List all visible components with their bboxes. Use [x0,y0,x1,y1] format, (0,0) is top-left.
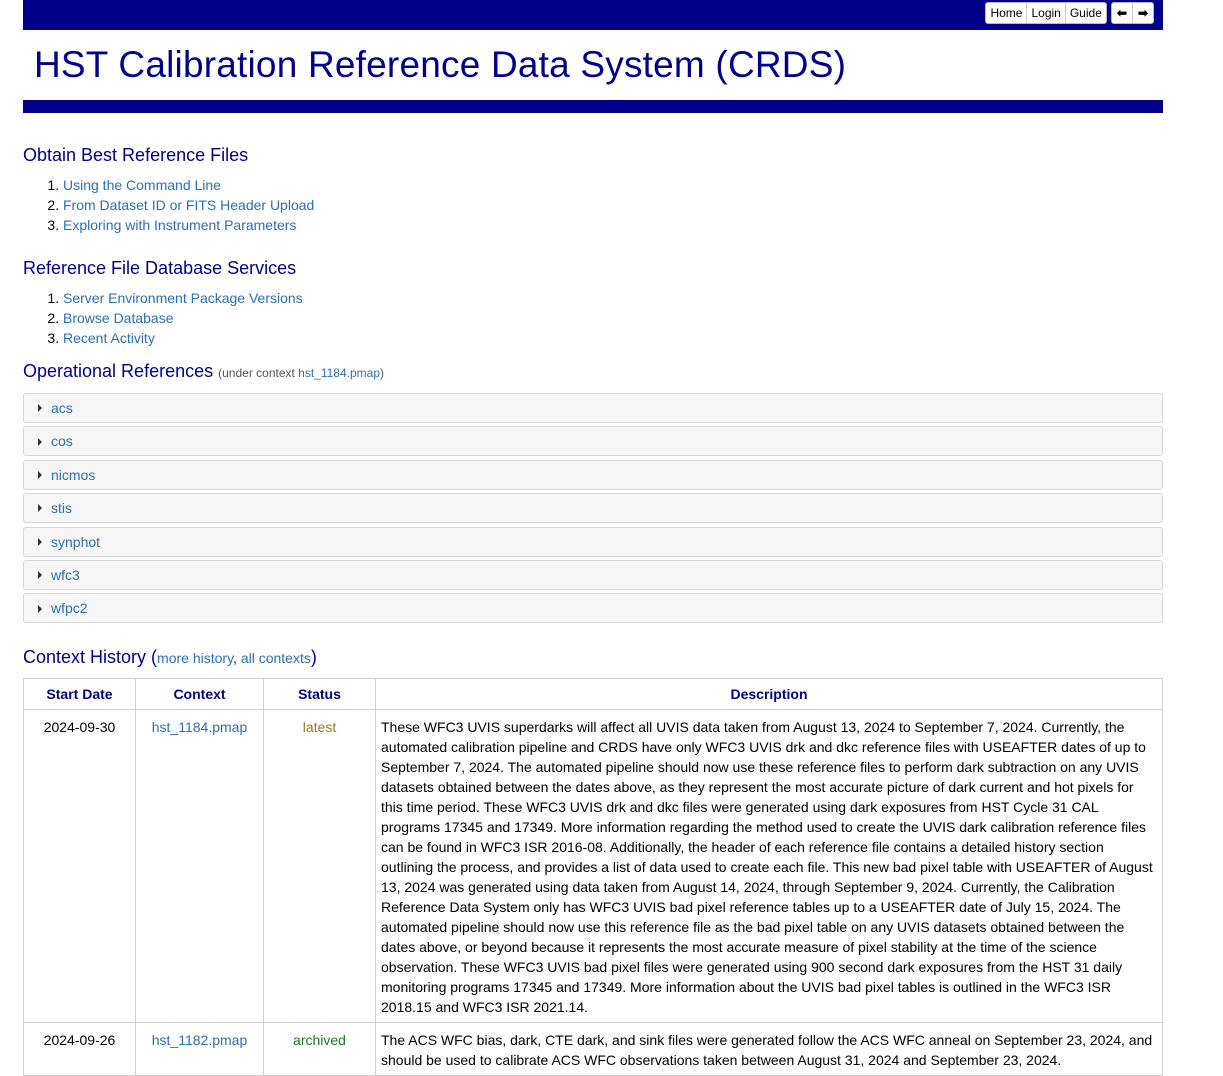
table-row: 2024-09-26 hst_1182.pmap archived The AC… [23,1022,1163,1076]
accordion-synphot[interactable]: synphot [23,526,1163,557]
package-versions-link[interactable]: Server Environment Package Versions [63,290,303,306]
obtain-list: Using the Command Line From Dataset ID o… [23,175,314,235]
paren-open: ( [146,647,158,667]
all-contexts-link[interactable]: all contexts [241,650,311,666]
accordion-acs[interactable]: acs [23,393,1163,423]
list-item: From Dataset ID or FITS Header Upload [63,195,314,215]
instrument-accordion: acs cos nicmos stis synphot wfc3 wfpc2 [23,393,1163,627]
forward-arrow-icon[interactable]: ➡ [1132,3,1153,23]
command-line-link[interactable]: Using the Command Line [63,177,221,193]
page: Home Login Guide ⬅ ➡ HST Calibration Ref… [0,0,1223,1076]
instrument-label[interactable]: stis [51,500,72,516]
paren-close: ) [310,647,317,667]
accordion-wfpc2[interactable]: wfpc2 [23,593,1163,624]
description-cell: These WFC3 UVIS superdarks will affect a… [375,709,1163,1023]
db-services-heading: Reference File Database Services [23,258,297,278]
table-row: 2024-09-30 hst_1184.pmap latest These WF… [23,709,1163,1023]
recent-activity-link[interactable]: Recent Activity [63,330,155,346]
page-title: HST Calibration Reference Data System (C… [34,44,847,85]
home-button[interactable]: Home [986,3,1028,23]
expand-triangle-icon [38,437,42,446]
expand-triangle-icon [38,537,42,546]
operational-heading: Operational References (under context hs… [23,361,384,382]
col-status: Status [263,678,376,710]
top-nav-bar: Home Login Guide ⬅ ➡ [23,0,1163,30]
context-link[interactable]: hst_1184.pmap [152,719,247,735]
col-description: Description [375,678,1163,710]
accordion-cos[interactable]: cos [23,426,1163,457]
expand-triangle-icon [38,471,42,480]
operational-context-link[interactable]: hst_1184.pmap [298,366,380,380]
list-item: Using the Command Line [63,175,314,195]
comma-separator: , [233,650,241,666]
status-cell: archived [263,1022,376,1076]
context-link[interactable]: hst_1182.pmap [152,1032,247,1048]
nav-button-group: Home Login Guide [985,2,1107,24]
list-item: Exploring with Instrument Parameters [63,215,314,235]
description-cell: The ACS WFC bias, dark, CTE dark, and si… [375,1022,1163,1076]
instrument-label[interactable]: synphot [51,534,100,550]
more-history-link[interactable]: more history [157,650,233,666]
col-start-date: Start Date [23,678,136,710]
col-context: Context [135,678,264,710]
login-button[interactable]: Login [1027,3,1066,23]
start-date-cell: 2024-09-30 [23,709,136,1023]
list-item: Server Environment Package Versions [63,288,303,308]
context-history-title: Context History [23,647,147,667]
context-note: (under context hst_1184.pmap) [218,366,384,380]
context-history-table: Start Date Context Status Description 20… [23,678,1163,1076]
list-item: Recent Activity [63,328,303,348]
table-header-row: Start Date Context Status Description [23,678,1163,710]
guide-button[interactable]: Guide [1065,3,1106,23]
instrument-label[interactable]: wfpc2 [51,600,88,616]
accordion-nicmos[interactable]: nicmos [23,459,1163,490]
context-history-heading: Context History (more history, all conte… [23,647,317,668]
history-arrow-group: ⬅ ➡ [1110,2,1154,24]
instrument-label[interactable]: acs [51,400,73,416]
expand-triangle-icon [38,571,42,580]
title-underbar [23,100,1163,113]
context-note-prefix: (under context [218,366,299,380]
start-date-cell: 2024-09-26 [23,1022,136,1076]
obtain-heading: Obtain Best Reference Files [23,145,249,165]
expand-triangle-icon [38,404,42,413]
browse-database-link[interactable]: Browse Database [63,310,174,326]
context-cell: hst_1182.pmap [135,1022,264,1076]
dataset-upload-link[interactable]: From Dataset ID or FITS Header Upload [63,197,314,213]
status-cell: latest [263,709,376,1023]
context-note-suffix: ) [380,366,385,380]
instrument-label[interactable]: cos [51,433,73,449]
instrument-label[interactable]: nicmos [51,467,95,483]
instrument-params-link[interactable]: Exploring with Instrument Parameters [63,217,296,233]
operational-heading-text: Operational References [23,361,214,381]
db-services-list: Server Environment Package Versions Brow… [23,288,303,348]
list-item: Browse Database [63,308,303,328]
back-arrow-icon[interactable]: ⬅ [1111,3,1133,23]
expand-triangle-icon [38,504,42,513]
accordion-stis[interactable]: stis [23,493,1163,524]
instrument-label[interactable]: wfc3 [51,567,80,583]
context-cell: hst_1184.pmap [135,709,264,1023]
expand-triangle-icon [38,604,42,613]
nav-buttons: Home Login Guide ⬅ ➡ [985,2,1154,24]
accordion-wfc3[interactable]: wfc3 [23,559,1163,590]
